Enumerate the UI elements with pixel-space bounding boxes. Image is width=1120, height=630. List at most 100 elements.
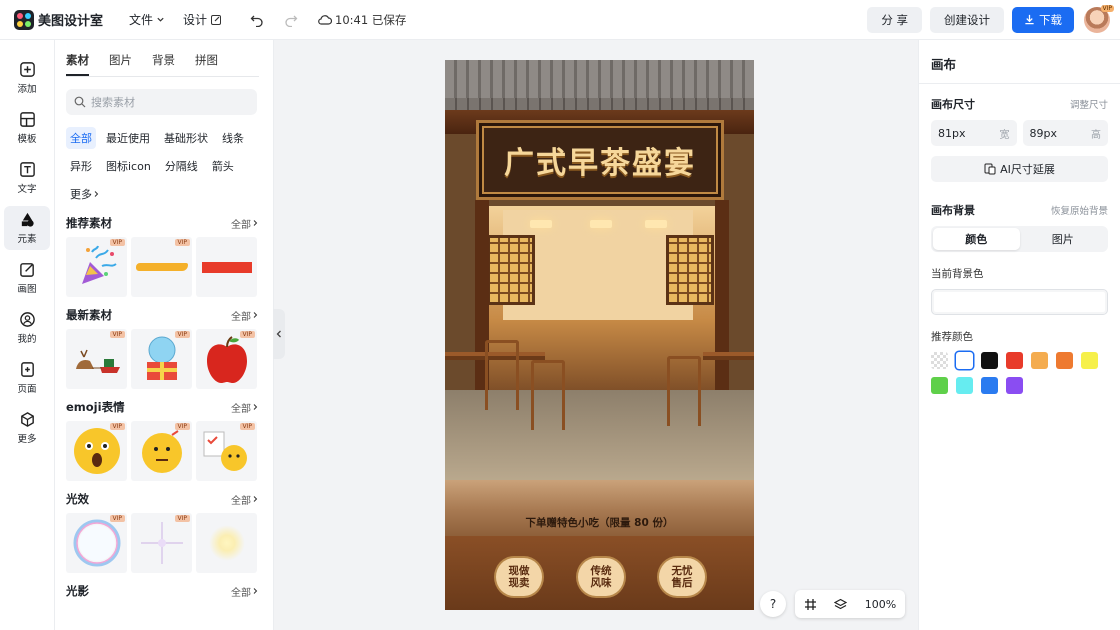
material-yellow-brush[interactable]: VIP [131,237,192,297]
tab-backgrounds[interactable]: 背景 [152,52,175,76]
zoom-level[interactable]: 100% [865,598,896,611]
tab-images[interactable]: 图片 [109,52,132,76]
chip-icons[interactable]: 图标icon [102,155,155,177]
bg-type-toggle: 颜色 图片 [931,226,1108,252]
chevron-right-icon [253,404,258,410]
bg-type-image[interactable]: 图片 [1020,228,1107,250]
rail-item-pages[interactable]: 页面 [4,356,50,400]
ceiling-lamp [590,220,612,228]
chip-all[interactable]: 全部 [66,127,96,149]
material-checklist-emoji[interactable]: VIP [196,421,257,481]
adjust-size-link[interactable]: 调整尺寸 [1070,97,1108,111]
material-soft-glow[interactable] [196,513,257,573]
material-sparkle-star[interactable]: VIP [131,513,192,573]
chip-more[interactable]: 更多 [66,183,104,205]
panel-title: 画布 [931,57,957,72]
user-avatar[interactable]: VIP [1084,4,1114,33]
rail-item-add[interactable]: 添加 [4,56,50,100]
red-apple-icon [206,336,247,383]
save-status-text: 10:41 已保存 [335,12,407,27]
color-swatch[interactable] [1006,352,1023,369]
rail-item-elements[interactable]: 元素 [4,206,50,250]
chip-irregular[interactable]: 异形 [66,155,96,177]
badge-traditional[interactable]: 传统 风味 [576,556,626,598]
zoom-toolbar: 100% [795,590,905,618]
thinking-emoji-icon [141,430,182,473]
red-rectangle-shape [201,261,252,273]
tab-collage[interactable]: 拼图 [195,52,218,76]
layers-icon[interactable] [834,598,848,611]
vip-badge: VIP [239,331,255,338]
color-swatch[interactable] [1056,352,1073,369]
create-design-button[interactable]: 创建设计 [930,6,1004,33]
color-swatch[interactable] [956,352,973,369]
sign-title[interactable]: 广式早茶盛宴 [504,138,696,182]
history-controls [250,13,298,27]
material-snow-globe[interactable]: VIP [131,329,192,389]
promo-text[interactable]: 下单赠特色小吃（限量 80 份） [445,515,754,530]
see-all-link[interactable]: 全部 [231,492,259,507]
chip-recent[interactable]: 最近使用 [102,127,154,149]
shapes-icon [21,212,34,227]
help-button[interactable]: ? [760,591,786,617]
chip-arrows[interactable]: 箭头 [208,155,238,177]
file-menu[interactable]: 文件 [129,11,165,28]
see-all-link[interactable]: 全部 [231,584,259,599]
rail-item-mine[interactable]: 我的 [4,306,50,350]
rail-label: 元素 [17,234,37,245]
design-menu[interactable]: 设计 [183,11,222,28]
rail-item-text[interactable]: 文字 [4,156,50,200]
material-red-rectangle[interactable] [196,237,257,297]
search-input[interactable]: 搜索素材 [66,89,257,115]
chip-lines[interactable]: 线条 [218,127,248,149]
ai-size-extend-button[interactable]: AI尺寸延展 [931,156,1108,182]
width-unit: 宽 [999,129,1010,141]
material-party-popper[interactable]: VIP [66,237,127,297]
collapse-panel-handle[interactable] [273,309,285,359]
color-swatch[interactable] [1081,352,1098,369]
see-all-link[interactable]: 全部 [231,400,259,415]
rail-item-draw[interactable]: 画图 [4,256,50,300]
design-canvas[interactable]: 广式早茶盛宴 下单赠特色小吃（限量 80 份） 现做 现卖 传统 风味 无忧 售… [445,60,754,610]
file-menu-label: 文件 [129,13,154,27]
chip-basic-shapes[interactable]: 基础形状 [160,127,212,149]
badge-aftersales[interactable]: 无忧 售后 [657,556,707,598]
grid-hash-icon[interactable] [804,598,817,611]
rail-item-more[interactable]: 更多 [4,406,50,450]
color-swatch[interactable] [1006,377,1023,394]
app-logo[interactable]: 美图设计室 [14,9,103,30]
see-all-link[interactable]: 全部 [231,308,259,323]
color-swatch[interactable] [1031,352,1048,369]
current-bg-color-field[interactable] [931,289,1108,315]
rail-item-templates[interactable]: 模板 [4,106,50,150]
color-swatch[interactable] [981,377,998,394]
material-thinking-emoji[interactable]: VIP [131,421,192,481]
material-bubble-ring[interactable]: VIP [66,513,127,573]
see-all-label: 全部 [231,587,251,599]
app-root: 美图设计室 文件 设计 10:41 已保存 分 享 创建设计 下载 VIP 添加… [0,0,1120,630]
materials-panel: 素材 图片 背景 拼图 搜索素材 全部 最近使用 基础形状 线条 异形 图标ic… [55,40,274,630]
material-shocked-emoji[interactable]: VIP [66,421,127,481]
tab-materials[interactable]: 素材 [66,52,89,76]
height-input[interactable]: 89px 高 [1022,120,1108,146]
width-input[interactable]: 81px 宽 [931,120,1017,146]
design-menu-label: 设计 [183,13,208,27]
see-all-link[interactable]: 全部 [231,216,259,231]
redo-icon[interactable] [284,13,298,27]
color-swatch[interactable] [981,352,998,369]
color-swatch[interactable] [931,377,948,394]
chip-dividers[interactable]: 分隔线 [161,155,202,177]
download-button[interactable]: 下载 [1012,6,1074,33]
material-red-apple[interactable]: VIP [196,329,257,389]
wooden-table [703,352,754,360]
current-bg-label: 当前背景色 [931,268,984,280]
badge-freshly-made[interactable]: 现做 现卖 [494,556,544,598]
color-swatch[interactable] [956,377,973,394]
material-reindeer-sleigh[interactable]: VIP [66,329,127,389]
swatch-transparent[interactable] [931,352,948,369]
undo-icon[interactable] [250,13,264,27]
chevron-right-icon [253,220,258,226]
bg-type-color[interactable]: 颜色 [933,228,1020,250]
share-button[interactable]: 分 享 [867,6,922,33]
restore-bg-link[interactable]: 恢复原始背景 [1051,203,1108,217]
